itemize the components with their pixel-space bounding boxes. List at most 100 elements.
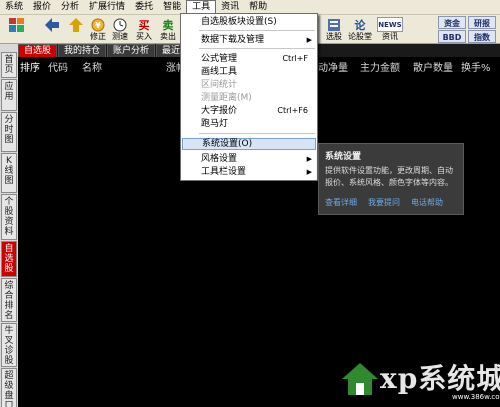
sidebar-item-timeshare[interactable]: 分时图	[1, 112, 17, 152]
house-logo-icon	[342, 363, 378, 395]
tab-holdings[interactable]: 我的持仓	[58, 44, 107, 57]
sidebar-item-kline[interactable]: K线图	[1, 153, 17, 193]
menu-item-watchlist-settings[interactable]: 自选股板块设置(S)	[182, 16, 316, 28]
submenu-arrow-icon: ▶	[306, 155, 312, 163]
sidebar-item-super-order[interactable]: 超级盘口	[1, 368, 17, 407]
col-net-volume[interactable]: 动净量	[318, 59, 348, 74]
watermark-url: www.386w.com	[452, 393, 500, 401]
menu-item-range-stats: 区间统计	[182, 79, 316, 91]
menu-item-toolbar-settings[interactable]: 工具栏设置 ▶	[182, 166, 316, 178]
sidebar-item-watchlist[interactable]: 自选股	[1, 241, 17, 277]
watermark-text: xp系统城	[380, 362, 500, 395]
forum-label: 论股堂	[348, 32, 372, 41]
view-details-link[interactable]: 查看详细	[325, 197, 357, 208]
menu-separator	[199, 30, 315, 31]
menu-item-drawing-tools[interactable]: 画线工具	[182, 66, 316, 78]
tab-account-analysis[interactable]: 账户分析	[107, 44, 156, 57]
menu-item-label: 跑马灯	[201, 119, 229, 129]
col-retail-count[interactable]: 散户数量	[413, 59, 453, 74]
back-button[interactable]	[40, 16, 64, 43]
menu-item-label: 大字报价	[201, 106, 238, 116]
tooltip-links: 查看详细 我要提问 电话帮助	[325, 197, 443, 208]
menu-extended-market[interactable]: 扩展行情	[84, 0, 130, 14]
tab-watchlist[interactable]: 自选股	[18, 44, 58, 57]
menu-item-label: 区间统计	[201, 80, 238, 90]
menu-item-label: 工具栏设置	[201, 167, 247, 177]
back-arrow-icon	[44, 17, 60, 32]
buy-button[interactable]: 买 买入	[132, 16, 156, 43]
menu-help[interactable]: 帮助	[244, 0, 272, 14]
menu-item-label: 画线工具	[201, 67, 238, 77]
menu-item-label: 数据下载及管理	[201, 35, 265, 45]
forum-button[interactable]: 论 论股堂	[348, 16, 372, 43]
clock-icon	[112, 17, 128, 32]
sell-button[interactable]: 卖 卖出	[156, 16, 180, 43]
sidebar-item-diagnosis[interactable]: 牛叉诊股	[1, 323, 17, 367]
menu-separator	[199, 133, 315, 134]
menu-separator	[199, 48, 315, 49]
research-badge[interactable]: 研报	[468, 16, 496, 29]
left-sidebar: 首页 应用 分时图 K线图 个股资料 自选股 综合排名 牛叉诊股 超级盘口	[0, 44, 18, 407]
grid-button[interactable]	[4, 16, 28, 43]
tooltip-body: 提供软件设置功能，更改周期、自动报价、系统风格、颜色字体等内容。	[325, 166, 453, 187]
sell-icon: 卖	[162, 18, 174, 32]
sell-label: 卖出	[160, 32, 176, 41]
news-icon: NEWS	[377, 17, 403, 32]
phone-help-link[interactable]: 电话帮助	[411, 197, 443, 208]
up-arrow-icon	[68, 17, 84, 32]
index-badge[interactable]: 指数	[468, 30, 496, 43]
col-name[interactable]: 名称	[82, 59, 102, 74]
sidebar-item-stock-info[interactable]: 个股资料	[1, 194, 17, 240]
svg-text:¥: ¥	[95, 21, 101, 30]
menu-item-shortcut: Ctrl+F	[282, 54, 308, 63]
menu-item-label: 测量距离(M)	[201, 93, 252, 103]
menu-info[interactable]: 资讯	[216, 0, 244, 14]
menu-trade[interactable]: 委托	[130, 0, 158, 14]
menu-item-style-settings[interactable]: 风格设置 ▶	[182, 153, 316, 165]
filter-stocks-label: 选股	[326, 32, 342, 41]
menu-system[interactable]: 系统	[0, 0, 28, 14]
news-button[interactable]: NEWS 资讯	[376, 16, 404, 43]
menu-item-shortcut: Ctrl+F6	[277, 106, 308, 115]
menu-smart[interactable]: 智能	[158, 0, 186, 14]
menu-quote[interactable]: 报价	[28, 0, 56, 14]
submenu-arrow-icon: ▶	[306, 168, 312, 176]
menu-item-label: 公式管理	[201, 54, 238, 64]
speed-test-label: 测速	[112, 32, 128, 41]
menu-analysis[interactable]: 分析	[56, 0, 84, 14]
filter-stocks-button[interactable]: 选股	[322, 16, 346, 43]
up-button[interactable]	[64, 16, 88, 43]
speed-test-button[interactable]: 测速	[108, 16, 132, 43]
grid-icon	[8, 17, 24, 32]
menu-item-data-download[interactable]: 数据下载及管理 ▶	[182, 34, 316, 46]
col-sort[interactable]: 排序	[20, 59, 40, 74]
correct-label: 修正	[90, 32, 106, 41]
system-settings-tooltip: 系统设置 提供软件设置功能，更改周期、自动报价、系统风格、颜色字体等内容。 查看…	[318, 143, 464, 215]
bbd-badge[interactable]: BBD	[438, 30, 466, 43]
menu-item-system-settings[interactable]: 系统设置(O)	[182, 138, 316, 150]
forum-icon: 论	[354, 18, 366, 32]
col-turnover[interactable]: 换手%	[461, 59, 491, 74]
sidebar-item-ranking[interactable]: 综合排名	[1, 278, 17, 322]
funds-badge[interactable]: 资金	[438, 16, 466, 29]
tooltip-title: 系统设置	[325, 152, 362, 162]
tools-dropdown-menu: 自选股板块设置(S) 数据下载及管理 ▶ 公式管理 Ctrl+F 画线工具 区间统计…	[180, 13, 318, 181]
menu-tools[interactable]: 工具	[186, 0, 217, 14]
sidebar-item-apps[interactable]: 应用	[1, 79, 17, 111]
buy-icon: 买	[138, 18, 150, 32]
submenu-arrow-icon: ▶	[306, 36, 312, 44]
menu-item-label: 风格设置	[201, 154, 238, 164]
menu-item-formula-manager[interactable]: 公式管理 Ctrl+F	[182, 53, 316, 65]
sidebar-item-home[interactable]: 首页	[1, 52, 17, 78]
col-main-amount[interactable]: 主力金额	[360, 59, 400, 74]
menu-item-marquee[interactable]: 跑马灯	[182, 118, 316, 130]
watermark: xp系统城 www.386w.com	[340, 355, 500, 407]
correct-button[interactable]: ¥ 修正	[86, 16, 110, 43]
menu-item-label: 系统设置(O)	[202, 139, 253, 149]
ask-question-link[interactable]: 我要提问	[368, 197, 400, 208]
menu-item-big-quote[interactable]: 大字报价 Ctrl+F6	[182, 105, 316, 117]
menu-item-label: 自选股板块设置(S)	[201, 17, 277, 27]
menu-item-measure-distance: 测量距离(M)	[182, 92, 316, 104]
col-code[interactable]: 代码	[48, 59, 68, 74]
refresh-icon: ¥	[90, 17, 106, 32]
